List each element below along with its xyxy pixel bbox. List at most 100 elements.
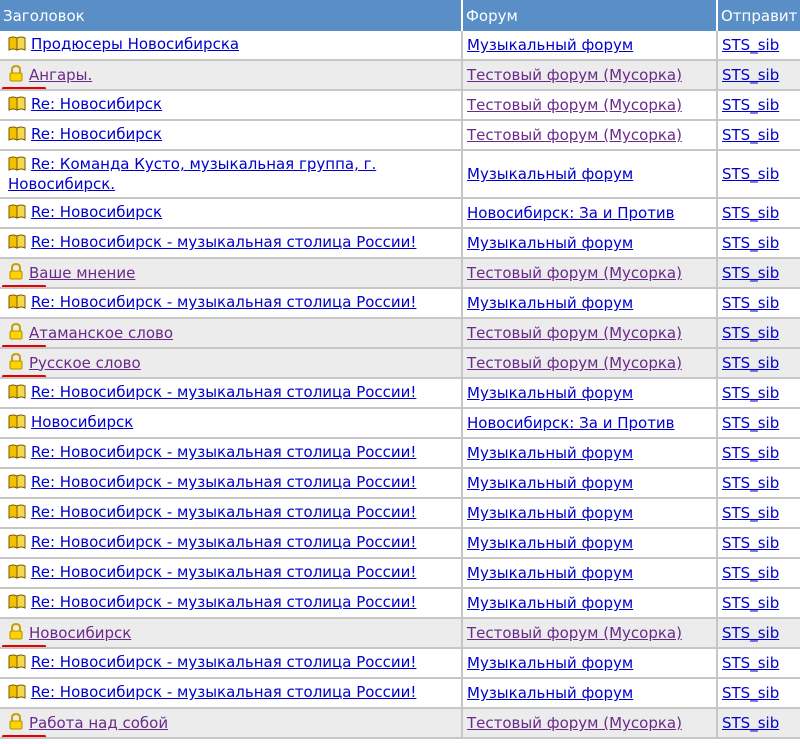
sender-link[interactable]: STS_sib	[722, 234, 779, 252]
forum-link[interactable]: Музыкальный форум	[467, 654, 633, 672]
sender-link[interactable]: STS_sib	[722, 714, 779, 732]
topic-link[interactable]: Re: Новосибирск - музыкальная столица Ро…	[31, 593, 416, 611]
table-row: Ангары. Тестовый форум (Мусорка) STS_sib	[0, 60, 800, 91]
forum-link[interactable]: Музыкальный форум	[467, 684, 633, 702]
cell-title: Работа над собой	[0, 708, 463, 739]
sender-link[interactable]: STS_sib	[722, 504, 779, 522]
forum-link[interactable]: Тестовый форум (Мусорка)	[467, 354, 682, 372]
forum-link[interactable]: Музыкальный форум	[467, 444, 633, 462]
topic-link[interactable]: Re: Новосибирск - музыкальная столица Ро…	[31, 443, 416, 461]
col-header-forum[interactable]: Форум	[462, 0, 718, 31]
topic-link[interactable]: Ваше мнение	[29, 264, 135, 282]
forum-link[interactable]: Музыкальный форум	[467, 234, 633, 252]
topic-link[interactable]: Новосибирск	[31, 413, 133, 431]
sender-link[interactable]: STS_sib	[722, 414, 779, 432]
sender-link[interactable]: STS_sib	[722, 294, 779, 312]
col-header-title[interactable]: Заголовок	[0, 0, 463, 31]
table-row: Re: Новосибирск - музыкальная столица Ро…	[0, 228, 800, 259]
cell-sender: STS_sib	[717, 288, 800, 319]
cell-title: Re: Новосибирск - музыкальная столица Ро…	[0, 678, 463, 709]
sender-link[interactable]: STS_sib	[722, 324, 779, 342]
forum-link[interactable]: Музыкальный форум	[467, 36, 633, 54]
topic-link[interactable]: Re: Новосибирск	[31, 203, 162, 221]
book-icon	[8, 594, 26, 613]
table-body: Продюсеры Новосибирска Музыкальный форум S…	[0, 31, 800, 739]
forum-link[interactable]: Музыкальный форум	[467, 534, 633, 552]
table-row: Re: Новосибирск - музыкальная столица Ро…	[0, 288, 800, 319]
cell-sender: STS_sib	[717, 408, 800, 439]
cell-sender: STS_sib	[717, 378, 800, 409]
forum-link[interactable]: Музыкальный форум	[467, 384, 633, 402]
col-header-sender[interactable]: Отправит	[717, 0, 800, 31]
sender-link[interactable]: STS_sib	[722, 384, 779, 402]
forum-link[interactable]: Музыкальный форум	[467, 474, 633, 492]
sender-link[interactable]: STS_sib	[722, 165, 779, 183]
book-icon	[8, 156, 26, 175]
forum-link[interactable]: Тестовый форум (Мусорка)	[467, 624, 682, 642]
cell-sender: STS_sib	[717, 528, 800, 559]
cell-forum: Новосибирск: За и Против	[462, 198, 718, 229]
sender-link[interactable]: STS_sib	[722, 654, 779, 672]
topic-link[interactable]: Re: Команда Кусто, музыкальная группа, г…	[8, 155, 376, 193]
sender-link[interactable]: STS_sib	[722, 66, 779, 84]
forum-link[interactable]: Музыкальный форум	[467, 294, 633, 312]
forum-link[interactable]: Музыкальный форум	[467, 165, 633, 183]
forum-link[interactable]: Музыкальный форум	[467, 564, 633, 582]
table-row: Re: Новосибирск - музыкальная столица Ро…	[0, 378, 800, 409]
forum-link[interactable]: Новосибирск: За и Против	[467, 204, 675, 222]
topic-link[interactable]: Продюсеры Новосибирска	[31, 35, 239, 53]
topic-link[interactable]: Русское слово	[29, 354, 141, 372]
sender-link[interactable]: STS_sib	[722, 594, 779, 612]
sender-link[interactable]: STS_sib	[722, 564, 779, 582]
lock-icon	[2, 712, 46, 736]
table-header-row: Заголовок Форум Отправит	[0, 0, 800, 31]
forum-link[interactable]: Тестовый форум (Мусорка)	[467, 96, 682, 114]
sender-link[interactable]: STS_sib	[722, 204, 779, 222]
topic-link[interactable]: Новосибирск	[29, 624, 131, 642]
topic-link[interactable]: Re: Новосибирск - музыкальная столица Ро…	[31, 503, 416, 521]
sender-link[interactable]: STS_sib	[722, 534, 779, 552]
forum-link[interactable]: Тестовый форум (Мусорка)	[467, 126, 682, 144]
cell-sender: STS_sib	[717, 348, 800, 379]
topic-link[interactable]: Работа над собой	[29, 714, 168, 732]
sender-link[interactable]: STS_sib	[722, 474, 779, 492]
cell-title: Ангары.	[0, 60, 463, 91]
sender-link[interactable]: STS_sib	[722, 444, 779, 462]
table-row: Re: Новосибирск - музыкальная столица Ро…	[0, 678, 800, 709]
topic-link[interactable]: Re: Новосибирск - музыкальная столица Ро…	[31, 383, 416, 401]
forum-link[interactable]: Тестовый форум (Мусорка)	[467, 264, 682, 282]
table-row: Re: Команда Кусто, музыкальная группа, г…	[0, 150, 800, 199]
topic-link[interactable]: Re: Новосибирск - музыкальная столица Ро…	[31, 653, 416, 671]
forum-link[interactable]: Новосибирск: За и Против	[467, 414, 675, 432]
topic-link[interactable]: Re: Новосибирск - музыкальная столица Ро…	[31, 473, 416, 491]
table-row: Ваше мнение Тестовый форум (Мусорка) STS_s…	[0, 258, 800, 289]
topic-link[interactable]: Ангары.	[29, 66, 92, 84]
forum-link[interactable]: Музыкальный форум	[467, 504, 633, 522]
sender-link[interactable]: STS_sib	[722, 354, 779, 372]
topic-link[interactable]: Re: Новосибирск	[31, 125, 162, 143]
table-row: Re: Новосибирск - музыкальная столица Ро…	[0, 528, 800, 559]
forum-link[interactable]: Тестовый форум (Мусорка)	[467, 66, 682, 84]
forum-link[interactable]: Тестовый форум (Мусорка)	[467, 324, 682, 342]
topic-link[interactable]: Атаманское слово	[29, 324, 173, 342]
sender-link[interactable]: STS_sib	[722, 624, 779, 642]
book-icon	[8, 204, 26, 223]
sender-link[interactable]: STS_sib	[722, 36, 779, 54]
topic-link[interactable]: Re: Новосибирск - музыкальная столица Ро…	[31, 533, 416, 551]
cell-forum: Тестовый форум (Мусорка)	[462, 120, 718, 151]
forum-link[interactable]: Тестовый форум (Мусорка)	[467, 714, 682, 732]
topic-link[interactable]: Re: Новосибирск - музыкальная столица Ро…	[31, 683, 416, 701]
topic-link[interactable]: Re: Новосибирск - музыкальная столица Ро…	[31, 233, 416, 251]
topic-link[interactable]: Re: Новосибирск - музыкальная столица Ро…	[31, 563, 416, 581]
sender-link[interactable]: STS_sib	[722, 264, 779, 282]
topic-link[interactable]: Re: Новосибирск	[31, 95, 162, 113]
lock-icon	[2, 64, 46, 88]
cell-sender: STS_sib	[717, 150, 800, 199]
sender-link[interactable]: STS_sib	[722, 96, 779, 114]
topic-link[interactable]: Re: Новосибирск - музыкальная столица Ро…	[31, 293, 416, 311]
table-row: Re: Новосибирск - музыкальная столица Ро…	[0, 498, 800, 529]
sender-link[interactable]: STS_sib	[722, 684, 779, 702]
book-icon	[8, 384, 26, 403]
sender-link[interactable]: STS_sib	[722, 126, 779, 144]
forum-link[interactable]: Музыкальный форум	[467, 594, 633, 612]
